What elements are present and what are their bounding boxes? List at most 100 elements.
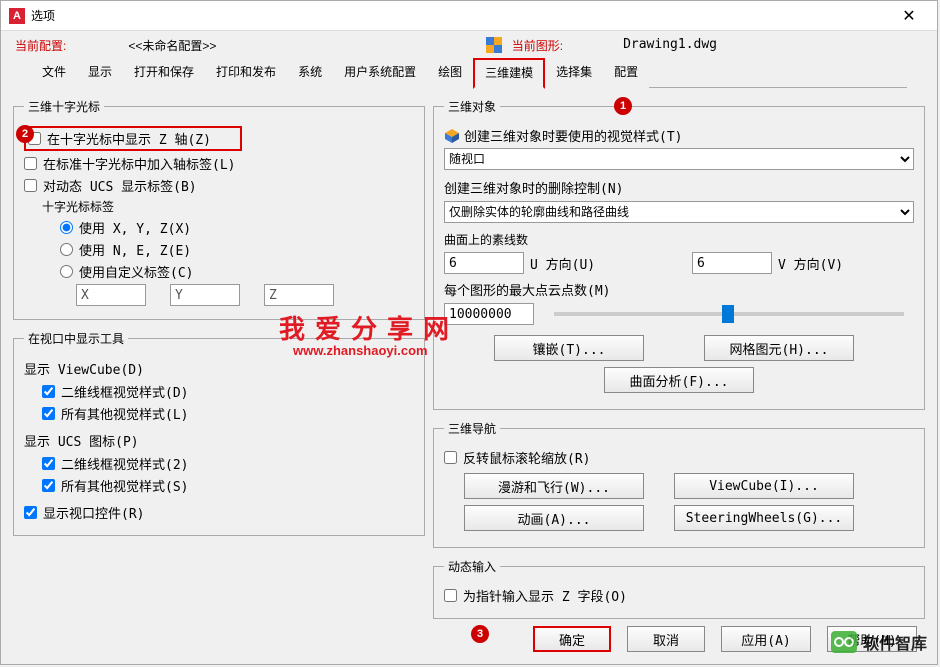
slider-thumb[interactable]: [722, 305, 734, 323]
tab-file[interactable]: 文件: [31, 58, 77, 89]
btn-animation[interactable]: 动画(A)...: [464, 505, 644, 531]
tab-3dmodeling[interactable]: 三维建模: [473, 58, 545, 89]
input-max-points[interactable]: [444, 303, 534, 325]
rad-use-nez[interactable]: [60, 243, 73, 256]
chk-dyn-z-field[interactable]: [444, 589, 457, 602]
drawing-label: 当前图形:: [486, 37, 563, 54]
tab-opensave[interactable]: 打开和保存: [123, 58, 205, 89]
lbl-ucs-2d: 二维线框视觉样式(2): [61, 454, 188, 473]
lbl-use-nez: 使用 N, E, Z(E): [79, 240, 191, 259]
chk-ucs-2d[interactable]: [42, 457, 55, 470]
lbl-dyn-z-field: 为指针输入显示 Z 字段(O): [463, 586, 627, 605]
group-viewport-tools: 在视口中显示工具 显示 ViewCube(D) 二维线框视觉样式(D) 所有其他…: [13, 330, 425, 536]
lbl-crosshair-labels: 十字光标标签: [42, 198, 414, 215]
tab-profiles[interactable]: 配置: [603, 58, 649, 89]
options-dialog: A 选项 ✕ 当前配置: <<未命名配置>> 当前图形: Drawing1.dw…: [0, 0, 938, 665]
row-opt-custom: 使用自定义标签(C): [60, 262, 414, 281]
input-custom-y[interactable]: [170, 284, 240, 306]
corner-watermark: 软件智库: [831, 630, 927, 654]
chk-vc-2d[interactable]: [42, 385, 55, 398]
group-dynamic-input: 动态输入 为指针输入显示 Z 字段(O): [433, 558, 925, 619]
tab-userpref[interactable]: 用户系统配置: [333, 58, 427, 89]
row-opt-xyz: 使用 X, Y, Z(X): [60, 218, 414, 237]
titlebar: A 选项 ✕: [1, 1, 937, 31]
drawing-icon: [486, 37, 502, 53]
btn-steering-wheels[interactable]: SteeringWheels(G)...: [674, 505, 854, 531]
row-opt-nez: 使用 N, E, Z(E): [60, 240, 414, 259]
input-custom-z[interactable]: [264, 284, 334, 306]
lbl-dynamic-ucs: 对动态 UCS 显示标签(B): [43, 176, 197, 195]
btn-surface-analysis[interactable]: 曲面分析(F)...: [604, 367, 754, 393]
tab-drafting[interactable]: 绘图: [427, 58, 473, 89]
annotation-badge-1: 1: [614, 97, 632, 115]
row-axis-labels: 在标准十字光标中加入轴标签(L): [24, 154, 414, 173]
chk-dynamic-ucs[interactable]: [24, 179, 37, 192]
group-3d-navigation: 三维导航 反转鼠标滚轮缩放(R) 漫游和飞行(W)... ViewCube(I)…: [433, 420, 925, 548]
rad-use-xyz[interactable]: [60, 221, 73, 234]
tab-system[interactable]: 系统: [287, 58, 333, 89]
close-icon[interactable]: ✕: [889, 1, 929, 31]
lbl-ucs-other: 所有其他视觉样式(S): [61, 476, 188, 495]
chk-reverse-wheel[interactable]: [444, 451, 457, 464]
chk-vc-other[interactable]: [42, 407, 55, 420]
header-row: 当前配置: <<未命名配置>> 当前图形: Drawing1.dwg: [1, 31, 937, 56]
group-dyn-legend: 动态输入: [444, 558, 500, 575]
slider-max-points[interactable]: [554, 312, 904, 316]
dialog-title: 选项: [31, 7, 889, 24]
app-icon: A: [9, 8, 25, 24]
input-custom-x[interactable]: [76, 284, 146, 306]
annotation-badge-3: 3: [471, 625, 489, 643]
select-visual-style[interactable]: 随视口: [444, 148, 914, 170]
tab-plot[interactable]: 打印和发布: [205, 58, 287, 89]
ok-button[interactable]: 确定: [533, 626, 611, 652]
group-3d-crosshair: 三维十字光标 在十字光标中显示 Z 轴(Z) 在标准十字光标中加入轴标签(L) …: [13, 98, 425, 320]
lbl-display-viewcube: 显示 ViewCube(D): [24, 359, 414, 378]
lbl-reverse-wheel: 反转鼠标滚轮缩放(R): [463, 448, 590, 467]
cube-icon: [444, 128, 460, 144]
lbl-show-z-axis: 在十字光标中显示 Z 轴(Z): [47, 129, 211, 148]
btn-walk-fly[interactable]: 漫游和飞行(W)...: [464, 473, 644, 499]
lbl-vc-2d: 二维线框视觉样式(D): [61, 382, 188, 401]
corner-watermark-text: 软件智库: [863, 630, 927, 654]
lbl-isolines: 曲面上的素线数: [444, 231, 914, 248]
lbl-visual-style: 创建三维对象时要使用的视觉样式(T): [464, 126, 682, 145]
lbl-axis-labels: 在标准十字光标中加入轴标签(L): [43, 154, 235, 173]
row-custom-inputs: [76, 284, 414, 306]
drawing-value: Drawing1.dwg: [623, 37, 717, 54]
btn-viewcube-settings[interactable]: ViewCube(I)...: [674, 473, 854, 499]
lbl-u-dir: U 方向(U): [530, 254, 630, 273]
tab-display[interactable]: 显示: [77, 58, 123, 89]
cancel-button[interactable]: 取消: [627, 626, 705, 652]
profile-label: 当前配置:: [15, 37, 66, 54]
lbl-delete-control: 创建三维对象时的删除控制(N): [444, 178, 914, 197]
annotation-badge-2: 2: [16, 125, 34, 143]
btn-mesh-primitives[interactable]: 网格图元(H)...: [704, 335, 854, 361]
lbl-viewport-controls: 显示视口控件(R): [43, 503, 144, 522]
lbl-max-points: 每个图形的最大点云点数(M): [444, 280, 914, 299]
group-viewport-legend: 在视口中显示工具: [24, 330, 128, 347]
chk-axis-labels[interactable]: [24, 157, 37, 170]
lbl-vc-other: 所有其他视觉样式(L): [61, 404, 188, 423]
profile-value: <<未命名配置>>: [128, 37, 216, 54]
lbl-use-custom: 使用自定义标签(C): [79, 262, 193, 281]
lbl-use-xyz: 使用 X, Y, Z(X): [79, 218, 191, 237]
lbl-v-dir: V 方向(V): [778, 254, 843, 273]
tab-bar: 文件 显示 打开和保存 打印和发布 系统 用户系统配置 绘图 三维建模 选择集 …: [1, 58, 937, 88]
row-show-z-axis: 在十字光标中显示 Z 轴(Z): [24, 126, 242, 151]
rad-use-custom[interactable]: [60, 265, 73, 278]
btn-tessellate[interactable]: 镶嵌(T)...: [494, 335, 644, 361]
wechat-icon: [831, 631, 857, 653]
lbl-display-ucs-icon: 显示 UCS 图标(P): [24, 431, 414, 450]
row-dynamic-ucs: 对动态 UCS 显示标签(B): [24, 176, 414, 195]
group-3d-nav-legend: 三维导航: [444, 420, 500, 437]
group-3d-objects-legend: 三维对象: [444, 98, 500, 115]
select-delete-control[interactable]: 仅删除实体的轮廓曲线和路径曲线: [444, 201, 914, 223]
tab-selection[interactable]: 选择集: [545, 58, 603, 89]
group-3d-objects: 三维对象 创建三维对象时要使用的视觉样式(T) 随视口 创建三维对象时的删除控制…: [433, 98, 925, 410]
chk-viewport-controls[interactable]: [24, 506, 37, 519]
chk-ucs-other[interactable]: [42, 479, 55, 492]
apply-button[interactable]: 应用(A): [721, 626, 811, 652]
input-u-isolines[interactable]: [444, 252, 524, 274]
input-v-isolines[interactable]: [692, 252, 772, 274]
group-3d-crosshair-legend: 三维十字光标: [24, 98, 104, 115]
